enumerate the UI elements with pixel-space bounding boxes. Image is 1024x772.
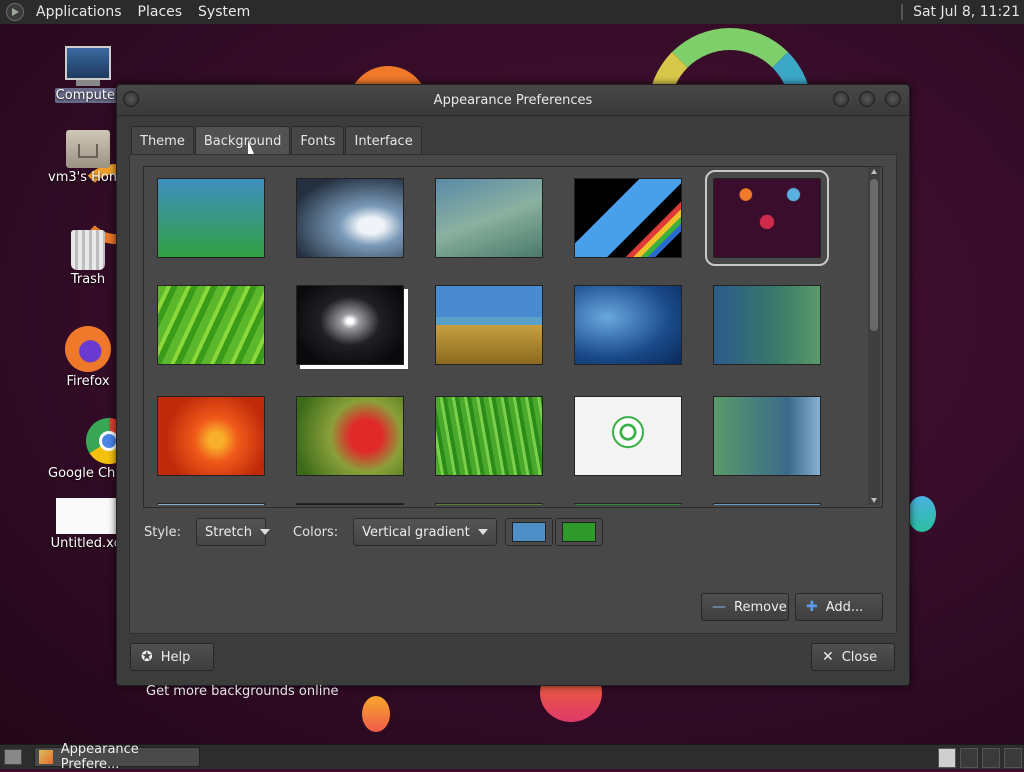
get-more-backgrounds-link[interactable]: Get more backgrounds online bbox=[146, 684, 339, 699]
wallpaper-thumbnail[interactable] bbox=[574, 285, 682, 365]
workspace-switcher-icon[interactable] bbox=[982, 748, 1000, 768]
show-desktop-icon[interactable] bbox=[4, 749, 22, 765]
workspace-switcher-icon[interactable] bbox=[938, 748, 956, 768]
scroll-down-icon[interactable] bbox=[871, 498, 877, 503]
trash-icon bbox=[71, 230, 105, 270]
wallpaper-thumbnail[interactable] bbox=[574, 503, 682, 505]
workspace-switcher-icon[interactable] bbox=[1004, 748, 1022, 768]
scrollbar-thumb[interactable] bbox=[870, 179, 878, 331]
wallpaper-thumbnail[interactable] bbox=[296, 503, 404, 505]
maximize-button[interactable] bbox=[859, 91, 875, 107]
style-colors-row: Style: Stretch Colors: Vertical gradient bbox=[144, 517, 884, 547]
style-label: Style: bbox=[144, 524, 182, 540]
style-value: Stretch bbox=[205, 524, 252, 540]
menu-system[interactable]: System bbox=[190, 4, 258, 20]
style-dropdown[interactable]: Stretch bbox=[196, 518, 270, 546]
remove-label: Remove bbox=[734, 599, 787, 615]
clock-text: Sat Jul 8, 11:21 bbox=[913, 4, 1020, 20]
primary-color-swatch bbox=[512, 522, 547, 542]
add-button[interactable]: ✚ Add... bbox=[795, 593, 883, 621]
window-menu-button[interactable] bbox=[123, 91, 139, 107]
appearance-app-icon bbox=[39, 750, 53, 764]
help-button[interactable]: ✪ Help bbox=[130, 643, 214, 671]
bottom-panel: Appearance Prefere... bbox=[0, 742, 1024, 772]
minimize-button[interactable] bbox=[833, 91, 849, 107]
wallpaper-thumbnail[interactable] bbox=[435, 503, 543, 505]
menu-places[interactable]: Places bbox=[130, 4, 191, 20]
wallpaper-thumbnail[interactable] bbox=[296, 178, 404, 258]
menu-applications[interactable]: Applications bbox=[28, 4, 130, 20]
appearance-preferences-window: Appearance Preferences Theme Background … bbox=[116, 84, 910, 699]
chevron-down-icon bbox=[259, 529, 270, 535]
wallpaper-thumbnail[interactable] bbox=[157, 285, 265, 365]
colors-label: Colors: bbox=[293, 524, 339, 540]
mouse-cursor-icon bbox=[248, 140, 260, 154]
close-window-button[interactable] bbox=[885, 91, 901, 107]
help-label: Help bbox=[160, 649, 191, 665]
wallpaper-thumbnail[interactable] bbox=[435, 396, 543, 476]
distro-logo-icon[interactable] bbox=[6, 3, 24, 21]
top-panel: Applications Places System Sat Jul 8, 11… bbox=[0, 0, 1024, 25]
desktop-icon-label: Computer bbox=[55, 88, 121, 103]
wallpaper-thumbnail[interactable] bbox=[157, 396, 265, 476]
add-label: Add... bbox=[825, 599, 864, 615]
main-menu: Applications Places System bbox=[0, 0, 258, 24]
tab-interface[interactable]: Interface bbox=[345, 126, 422, 155]
background-tab-panel: Style: Stretch Colors: Vertical gradient… bbox=[129, 154, 897, 699]
wallpaper-shape bbox=[908, 496, 936, 532]
workspace-switcher-icon[interactable] bbox=[960, 748, 978, 768]
tab-theme[interactable]: Theme bbox=[131, 126, 194, 155]
tab-background[interactable]: Background bbox=[194, 126, 291, 155]
secondary-color-button[interactable] bbox=[555, 518, 604, 546]
wallpaper-thumbnail[interactable] bbox=[296, 285, 404, 365]
clock[interactable]: Sat Jul 8, 11:21 bbox=[901, 0, 1024, 24]
wallpaper-thumbnail[interactable] bbox=[713, 285, 821, 365]
wallpaper-thumbnail[interactable] bbox=[296, 396, 404, 476]
close-label: Close bbox=[841, 649, 878, 665]
computer-icon bbox=[65, 46, 111, 80]
wallpaper-thumbnail[interactable] bbox=[435, 285, 543, 365]
window-title: Appearance Preferences bbox=[433, 92, 593, 108]
wallpaper-thumbnail[interactable] bbox=[157, 503, 265, 505]
tab-fonts[interactable]: Fonts bbox=[291, 126, 345, 155]
panel-separator bbox=[901, 4, 904, 20]
wallpaper-thumbnail[interactable] bbox=[574, 396, 682, 476]
window-titlebar[interactable]: Appearance Preferences bbox=[117, 85, 909, 116]
wallpaper-thumbnail[interactable] bbox=[713, 396, 821, 476]
firefox-icon bbox=[65, 326, 111, 372]
help-icon: ✪ bbox=[141, 649, 153, 665]
home-folder-icon bbox=[66, 130, 110, 168]
chevron-down-icon bbox=[478, 529, 489, 535]
remove-button[interactable]: — Remove bbox=[701, 593, 789, 621]
wallpaper-thumbnail[interactable] bbox=[574, 178, 682, 258]
close-button[interactable]: ✕ Close bbox=[811, 643, 895, 671]
secondary-color-swatch bbox=[562, 522, 597, 542]
gallery-scrollbar[interactable] bbox=[868, 167, 880, 505]
primary-color-button[interactable] bbox=[505, 518, 554, 546]
wallpaper-thumbnail[interactable] bbox=[157, 178, 265, 258]
colors-dropdown[interactable]: Vertical gradient bbox=[353, 518, 498, 546]
close-icon: ✕ bbox=[822, 649, 834, 665]
wallpaper-thumbnail[interactable] bbox=[713, 503, 821, 505]
scroll-up-icon[interactable] bbox=[871, 169, 877, 174]
wallpaper-gallery[interactable] bbox=[144, 167, 866, 505]
taskbar-item-appearance[interactable]: Appearance Prefere... bbox=[34, 742, 200, 772]
minus-icon: — bbox=[712, 599, 726, 615]
wallpaper-shape bbox=[362, 696, 390, 732]
colors-value: Vertical gradient bbox=[362, 524, 470, 540]
plus-icon: ✚ bbox=[806, 599, 818, 615]
wallpaper-thumbnail-selected[interactable] bbox=[705, 170, 829, 266]
wallpaper-thumbnail[interactable] bbox=[435, 178, 543, 258]
house-glyph bbox=[78, 144, 98, 158]
tab-bar: Theme Background Fonts Interface bbox=[131, 126, 423, 155]
document-icon bbox=[56, 498, 116, 534]
monitor-stand bbox=[76, 80, 100, 86]
